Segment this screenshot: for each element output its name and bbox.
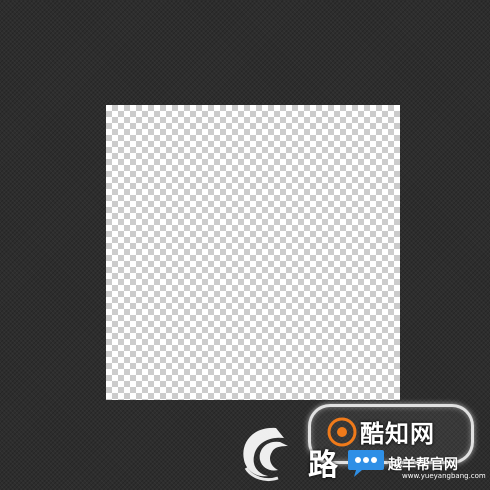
editor-workspace: 酷知网 路 越羊帮官网 www.yueyangbang.com bbox=[0, 0, 490, 490]
watermark-site-name: 越羊帮官网 bbox=[388, 457, 458, 473]
swirl-logo-icon bbox=[243, 427, 288, 482]
chat-bubble-logo-icon bbox=[348, 450, 384, 477]
watermark-left-glyph: 路 bbox=[308, 448, 338, 483]
transparent-canvas[interactable] bbox=[106, 105, 400, 400]
watermark-badge-text: 酷知网 bbox=[360, 420, 435, 448]
watermark-site-url: www.yueyangbang.com bbox=[402, 472, 486, 480]
